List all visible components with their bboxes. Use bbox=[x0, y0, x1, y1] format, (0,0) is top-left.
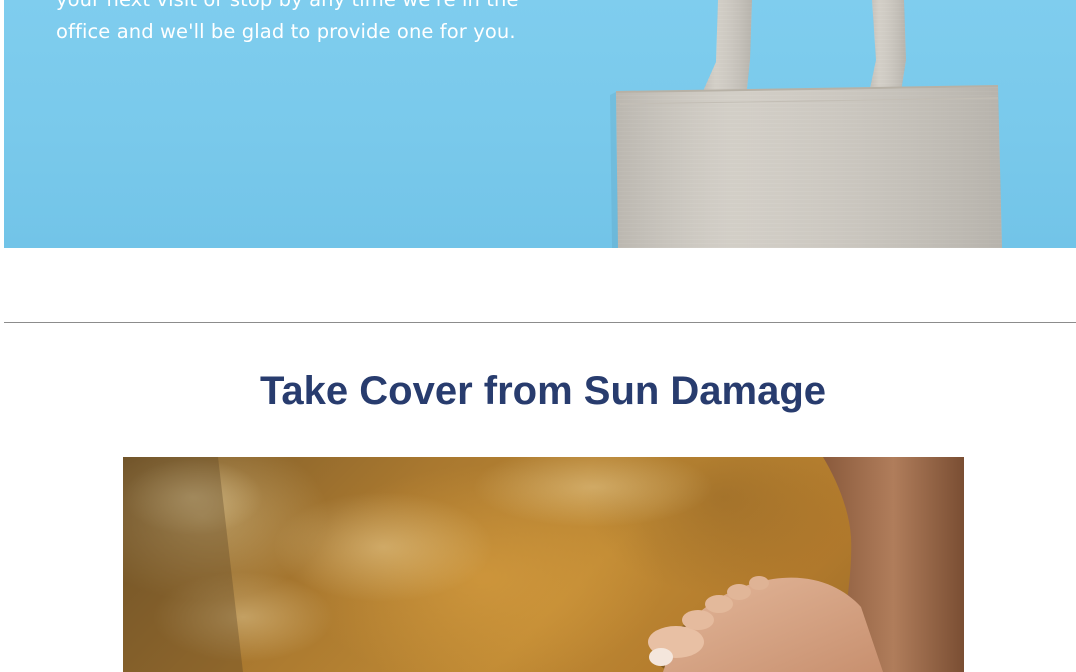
tote-bag-image bbox=[610, 0, 1002, 248]
tote-bag-banner: your next visit or stop by any time we'r… bbox=[4, 0, 1076, 248]
email-page: your next visit or stop by any time we'r… bbox=[0, 0, 1076, 672]
beach-feet-illustration bbox=[123, 457, 964, 672]
banner-text-line: office and we'll be glad to provide one … bbox=[56, 20, 516, 43]
beach-feet-image bbox=[123, 457, 964, 672]
banner-text: your next visit or stop by any time we'r… bbox=[56, 0, 616, 48]
banner-text-line: your next visit or stop by any time we'r… bbox=[56, 0, 616, 16]
section-divider bbox=[4, 322, 1076, 323]
section-title: Take Cover from Sun Damage bbox=[259, 369, 827, 413]
